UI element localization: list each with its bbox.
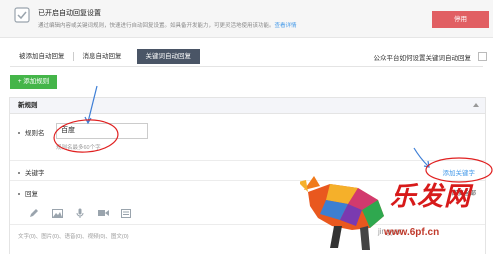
tab-added-reply[interactable]: 被添加自动回复 [10,49,74,64]
help-checkbox[interactable] [478,52,487,61]
reply-counts: 文字(0)、图片(0)、语音(0)、视频(0)、图文(0) [18,234,129,240]
collapse-arrow-icon[interactable] [473,103,479,107]
disable-button[interactable]: 停用 [432,11,489,28]
notice-description: 通过编辑内容或关键词规则，快速进行自动回复设置。如具备开发能力，可更灵活地使用该… [38,21,297,29]
view-details-link[interactable]: 查看详情 [275,23,297,29]
reply-label: 回复 [18,188,38,198]
panel-title: 新规则 [10,98,485,114]
autoreply-notice: 已开启自动回复设置 通过编辑内容或关键词规则，快速进行自动回复设置。如具备开发能… [0,0,493,38]
rule-name-label-text: 规则名 [25,130,45,137]
rule-name-label: 规则名 [18,127,45,137]
watermark-text: 乐发网 [390,182,472,211]
tab-keyword-reply[interactable]: 关键词自动回复 [136,49,200,64]
keyword-help-link[interactable]: 公众平台如何设置关键词自动回复 [374,52,472,62]
tabs-divider [10,66,483,67]
rule-name-hint: 规则名最多60个字 [56,145,101,151]
reply-type-tabs: 被添加自动回复 消息自动回复 关键词自动回复 [10,49,200,64]
row-divider [10,160,485,161]
tab-message-reply[interactable]: 消息自动回复 [74,49,131,64]
notice-description-text: 通过编辑内容或关键词规则，快速进行自动回复设置。如具备开发能力，可更灵活地使用该… [38,23,275,29]
notice-title: 已开启自动回复设置 [38,10,101,17]
image-icon[interactable] [51,208,63,218]
keyword-label-text: 关键字 [25,170,45,177]
autoreply-status-icon [14,7,30,23]
pen-icon[interactable] [28,208,40,218]
reply-toolbar [28,208,132,218]
watermark-url: www.6pf.cn [384,227,440,238]
microphone-icon[interactable] [74,208,86,218]
keyword-label: 关键字 [18,167,45,177]
article-icon[interactable] [120,208,132,218]
video-icon[interactable] [97,208,109,218]
add-rule-button[interactable]: + 添加规则 [10,75,57,89]
reply-label-text: 回复 [25,191,38,198]
rule-name-input[interactable]: 百度 [56,123,148,139]
